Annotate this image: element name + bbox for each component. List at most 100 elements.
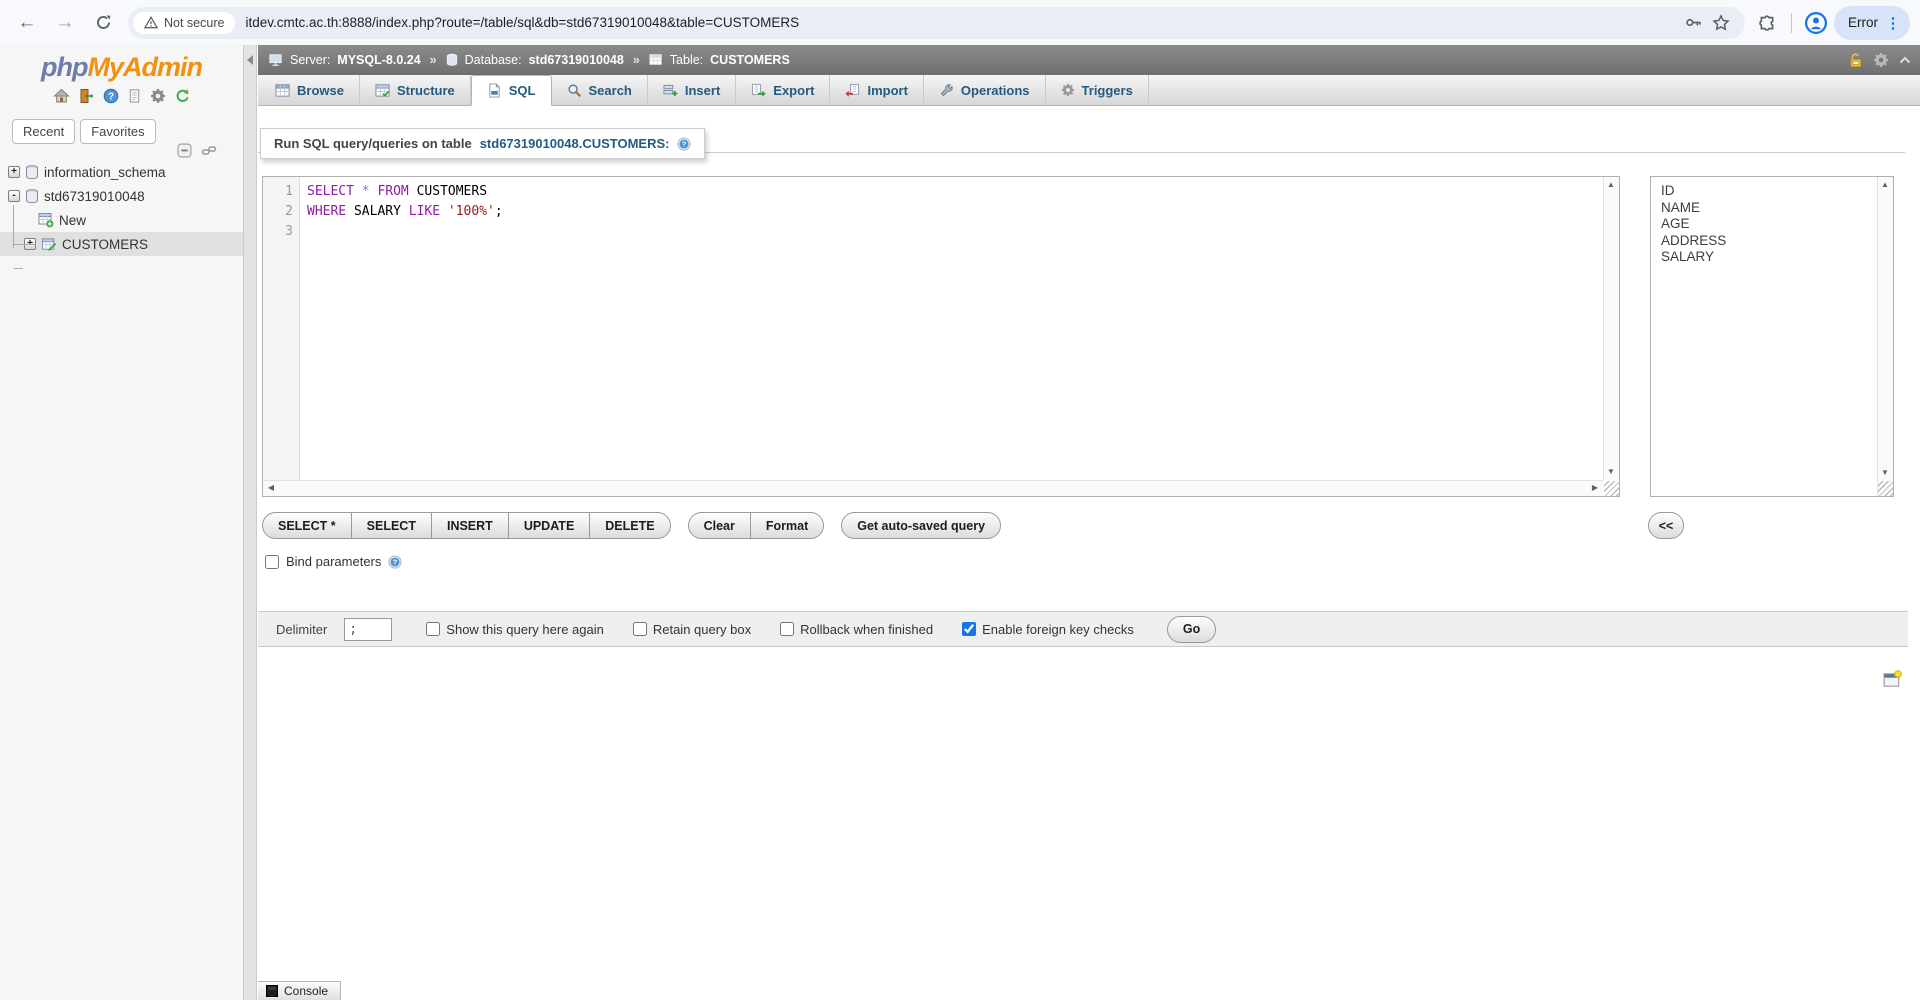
collapse-topbar-icon[interactable] bbox=[1898, 54, 1912, 66]
sql-editor[interactable]: 123 SELECT * FROM CUSTOMERSWHERE SALARY … bbox=[262, 176, 1620, 497]
recent-button[interactable]: Recent bbox=[12, 119, 75, 144]
settings-gear-icon[interactable] bbox=[150, 88, 166, 104]
server-link[interactable]: MYSQL-8.0.24 bbox=[337, 53, 420, 67]
editor-resize-handle[interactable] bbox=[1604, 481, 1619, 496]
tab-sql[interactable]: SQL bbox=[471, 75, 552, 106]
sidebar-icon-row: ? bbox=[0, 88, 243, 104]
favorites-button[interactable]: Favorites bbox=[80, 119, 155, 144]
breadcrumb-separator: » bbox=[633, 53, 640, 67]
help-icon[interactable]: ? bbox=[103, 88, 119, 104]
columns-vscrollbar[interactable]: ▲ ▼ bbox=[1877, 177, 1893, 496]
tree-item-customers[interactable]: + CUSTOMERS bbox=[0, 232, 243, 256]
foreign-key-checks-checkbox[interactable] bbox=[962, 622, 976, 636]
help-icon[interactable]: ? bbox=[677, 137, 691, 151]
show-query-again-checkbox[interactable] bbox=[426, 622, 440, 636]
tab-triggers[interactable]: Triggers bbox=[1046, 75, 1149, 105]
show-query-again-option[interactable]: Show this query here again bbox=[426, 622, 604, 637]
foreign-key-checks-option[interactable]: Enable foreign key checks bbox=[962, 622, 1134, 637]
tab-insert[interactable]: Insert bbox=[648, 75, 736, 105]
security-chip[interactable]: Not secure bbox=[133, 12, 235, 34]
delimiter-input[interactable] bbox=[344, 618, 392, 641]
bind-parameters-label[interactable]: Bind parameters bbox=[286, 554, 381, 569]
address-bar[interactable]: Not secure itdev.cmtc.ac.th:8888/index.p… bbox=[128, 7, 1745, 39]
tree-item-new-table[interactable]: New bbox=[0, 208, 243, 232]
column-item[interactable]: ID bbox=[1661, 183, 1876, 200]
tab-search[interactable]: Search bbox=[552, 75, 648, 105]
scroll-right-icon[interactable]: ▶ bbox=[1587, 480, 1603, 496]
page-settings-gear-icon[interactable] bbox=[1873, 52, 1889, 68]
tree-item-label[interactable]: CUSTOMERS bbox=[62, 237, 148, 252]
collapse-all-icon[interactable] bbox=[177, 143, 192, 158]
link-with-main-icon[interactable] bbox=[201, 143, 217, 158]
get-autosaved-query-button[interactable]: Get auto-saved query bbox=[841, 512, 1001, 539]
collapse-columns-button[interactable]: << bbox=[1648, 512, 1684, 539]
tab-export[interactable]: Export bbox=[736, 75, 830, 105]
collapse-sidebar-icon[interactable] bbox=[247, 55, 253, 65]
sidebar-resizer[interactable] bbox=[243, 45, 257, 1000]
logout-door-icon[interactable] bbox=[78, 88, 95, 104]
editor-code[interactable]: SELECT * FROM CUSTOMERSWHERE SALARY LIKE… bbox=[300, 177, 1603, 480]
columns-list: IDNAMEAGEADDRESSSALARY bbox=[1651, 177, 1876, 496]
column-item[interactable]: NAME bbox=[1661, 200, 1876, 217]
collapse-icon[interactable]: - bbox=[8, 190, 20, 202]
scroll-left-icon[interactable]: ◀ bbox=[263, 480, 279, 496]
format-button[interactable]: Format bbox=[750, 512, 824, 539]
tab-structure[interactable]: Structure bbox=[360, 75, 471, 105]
tree-item-database[interactable]: - std67319010048 bbox=[0, 184, 243, 208]
back-icon[interactable]: ← bbox=[10, 6, 44, 40]
code-line[interactable] bbox=[307, 222, 1603, 242]
editor-hscrollbar[interactable]: ◀ ▶ bbox=[263, 480, 1603, 496]
rollback-checkbox[interactable] bbox=[780, 622, 794, 636]
column-item[interactable]: AGE bbox=[1661, 216, 1876, 233]
phpmyadmin-logo[interactable]: phpMyAdmin bbox=[0, 52, 243, 83]
scroll-up-icon[interactable]: ▲ bbox=[1877, 177, 1893, 193]
tab-browse[interactable]: Browse bbox=[260, 75, 360, 105]
profile-avatar-icon[interactable] bbox=[1802, 9, 1830, 37]
console-bar[interactable]: Console bbox=[258, 981, 341, 1000]
code-line[interactable]: SELECT * FROM CUSTOMERS bbox=[307, 182, 1603, 202]
tree-item-information-schema[interactable]: + information_schema bbox=[0, 160, 243, 184]
unsecured-lock-icon[interactable] bbox=[1847, 52, 1864, 69]
retain-query-box-checkbox[interactable] bbox=[633, 622, 647, 636]
select-star-button[interactable]: SELECT * bbox=[262, 512, 351, 539]
scroll-down-icon[interactable]: ▼ bbox=[1877, 465, 1893, 481]
update-button[interactable]: UPDATE bbox=[508, 512, 589, 539]
profile-menu-button[interactable]: Error ⋮ bbox=[1834, 6, 1910, 40]
kebab-menu-icon[interactable]: ⋮ bbox=[1882, 14, 1904, 32]
tab-import[interactable]: Import bbox=[830, 75, 923, 105]
home-icon[interactable] bbox=[53, 88, 70, 104]
expand-icon[interactable]: + bbox=[8, 166, 20, 178]
docs-icon[interactable] bbox=[127, 88, 142, 104]
retain-query-box-option[interactable]: Retain query box bbox=[633, 622, 751, 637]
editor-vscrollbar[interactable]: ▲ ▼ bbox=[1603, 177, 1619, 480]
insert-button[interactable]: INSERT bbox=[431, 512, 508, 539]
scroll-down-icon[interactable]: ▼ bbox=[1603, 464, 1619, 480]
bind-parameters-checkbox[interactable] bbox=[265, 555, 279, 569]
url-text[interactable]: itdev.cmtc.ac.th:8888/index.php?route=/t… bbox=[245, 15, 1679, 30]
go-button[interactable]: Go bbox=[1167, 616, 1216, 643]
reload-icon[interactable] bbox=[86, 6, 120, 40]
refresh-icon[interactable] bbox=[174, 88, 190, 104]
table-link[interactable]: CUSTOMERS bbox=[710, 53, 790, 67]
page-settings-icon[interactable] bbox=[1883, 670, 1902, 689]
database-link[interactable]: std67319010048 bbox=[529, 53, 624, 67]
columns-resize-handle[interactable] bbox=[1878, 481, 1893, 496]
extensions-puzzle-icon[interactable] bbox=[1753, 9, 1781, 37]
legend-table-link[interactable]: std67319010048.CUSTOMERS: bbox=[480, 136, 670, 151]
tab-operations[interactable]: Operations bbox=[924, 75, 1046, 105]
help-icon[interactable]: ? bbox=[388, 555, 402, 569]
select-button[interactable]: SELECT bbox=[351, 512, 431, 539]
tree-item-label[interactable]: New bbox=[59, 213, 86, 228]
rollback-option[interactable]: Rollback when finished bbox=[780, 622, 933, 637]
tree-item-label[interactable]: information_schema bbox=[44, 165, 166, 180]
delete-button[interactable]: DELETE bbox=[589, 512, 670, 539]
forward-icon[interactable]: → bbox=[48, 6, 82, 40]
bookmark-star-icon[interactable] bbox=[1707, 9, 1735, 37]
clear-button[interactable]: Clear bbox=[688, 512, 750, 539]
scroll-up-icon[interactable]: ▲ bbox=[1603, 177, 1619, 193]
column-item[interactable]: SALARY bbox=[1661, 249, 1876, 266]
code-line[interactable]: WHERE SALARY LIKE '100%'; bbox=[307, 202, 1603, 222]
tree-item-label[interactable]: std67319010048 bbox=[44, 189, 145, 204]
column-item[interactable]: ADDRESS bbox=[1661, 233, 1876, 250]
passwords-key-icon[interactable] bbox=[1679, 9, 1707, 37]
